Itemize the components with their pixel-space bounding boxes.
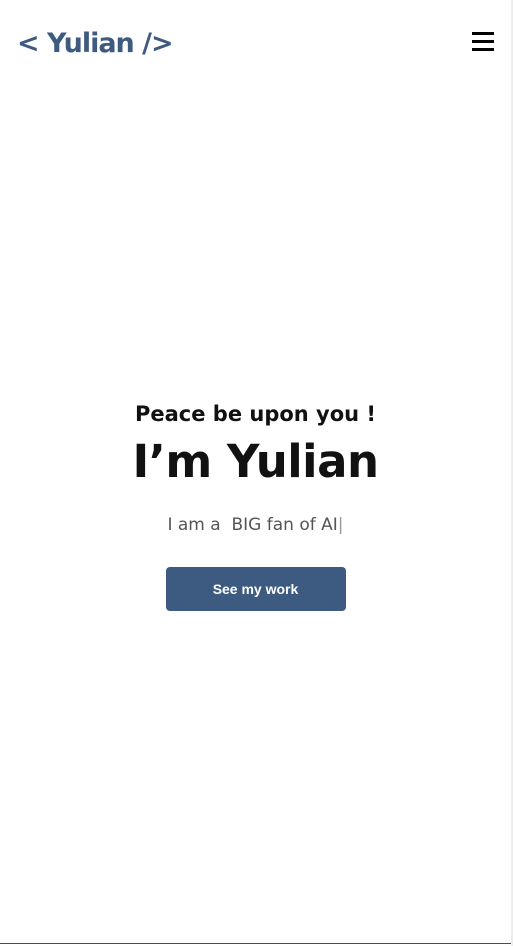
- site-header: < Yulian />: [0, 0, 511, 88]
- hero-tagline: I am a BIG fan of AI|: [0, 513, 511, 537]
- site-logo[interactable]: < Yulian />: [17, 22, 174, 66]
- hamburger-menu-icon[interactable]: [470, 30, 496, 54]
- menu-bar-middle: [472, 40, 494, 43]
- hero-name: I’m Yulian: [132, 435, 380, 488]
- tagline-prefix: I am a: [167, 515, 227, 535]
- tagline-typed-text: BIG fan of AI: [231, 515, 338, 535]
- page: < Yulian /> Peace be upon you ! I’m Yuli…: [0, 0, 511, 944]
- hero-greeting: Peace be upon you !: [134, 402, 377, 426]
- menu-bar-top: [472, 32, 494, 35]
- see-my-work-button[interactable]: See my work: [165, 567, 346, 611]
- hero-section: Peace be upon you ! I’m Yulian I am a BI…: [0, 395, 511, 611]
- menu-bar-bottom: [472, 48, 494, 51]
- typing-cursor: |: [337, 515, 344, 535]
